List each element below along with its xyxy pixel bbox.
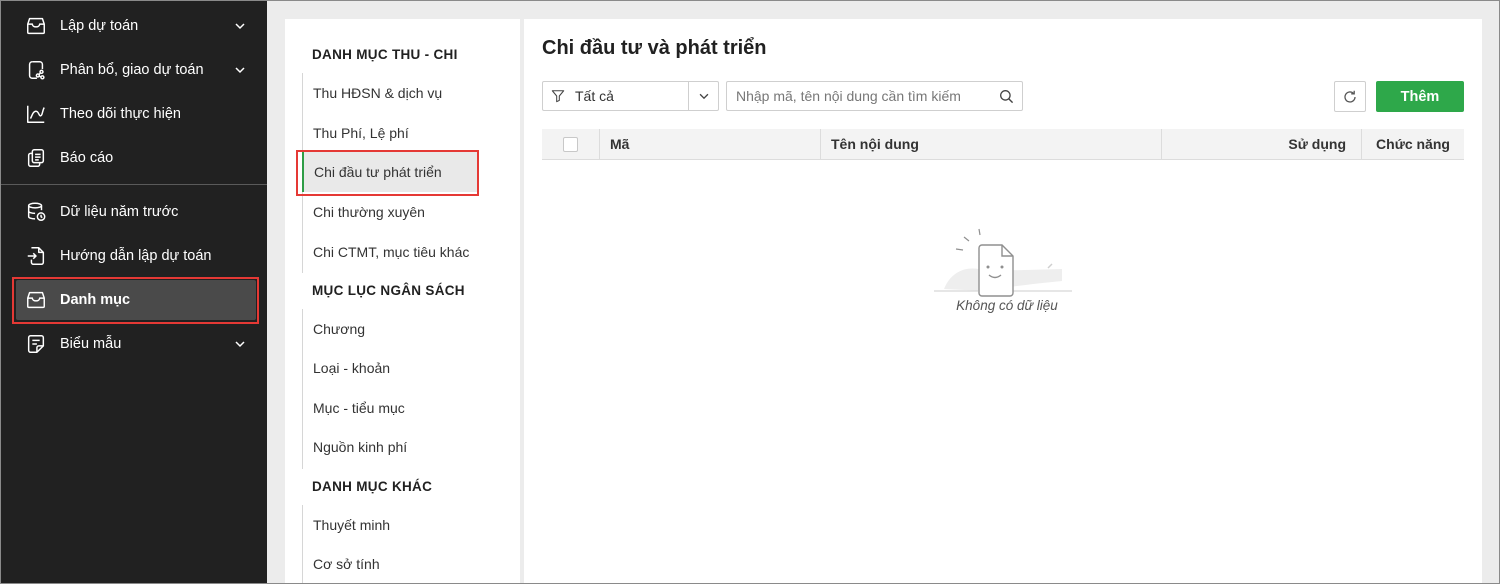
category-item[interactable]: Cơ sở tính — [303, 544, 479, 584]
search-box — [726, 81, 1023, 111]
filter-dropdown-toggle[interactable] — [688, 82, 718, 110]
share-document-icon — [24, 58, 48, 82]
category-item[interactable]: Chương — [303, 309, 479, 349]
category-group-title: DANH MỤC THU - CHI — [312, 47, 458, 62]
add-button[interactable]: Thêm — [1376, 81, 1464, 112]
category-item[interactable]: Chi CTMT, mục tiêu khác — [303, 232, 479, 272]
sidebar-item-du-lieu-nam-truoc[interactable]: Dữ liệu năm trước — [16, 192, 256, 232]
sidebar-item-label: Hướng dẫn lập dự toán — [60, 248, 212, 264]
sidebar-item-label: Lập dự toán — [60, 18, 139, 34]
column-header-name[interactable]: Tên nội dung — [820, 129, 1161, 159]
sidebar-item-danh-muc[interactable]: Danh mục — [16, 280, 256, 320]
select-all-checkbox[interactable] — [563, 136, 578, 152]
inbox-icon — [24, 14, 48, 38]
refresh-icon — [1344, 90, 1356, 103]
search-icon[interactable] — [999, 89, 1014, 104]
sidebar-item-lap-du-toan[interactable]: Lập dự toán — [16, 6, 256, 46]
sidebar-item-label: Phân bổ, giao dự toán — [60, 62, 204, 78]
category-group: Chương Loại - khoản Mục - tiểu mục Nguồn… — [302, 309, 520, 469]
chevron-down-icon[interactable] — [232, 336, 248, 352]
sidebar-item-bao-cao[interactable]: Báo cáo — [16, 138, 256, 178]
column-header-usage[interactable]: Sử dụng — [1161, 129, 1361, 159]
form-template-icon — [24, 332, 48, 356]
chevron-down-icon[interactable] — [232, 18, 248, 34]
sidebar-item-label: Danh mục — [60, 292, 131, 308]
page-title: Chi đầu tư và phát triển — [542, 37, 767, 59]
column-header-code[interactable]: Mã — [599, 129, 820, 159]
report-copy-icon — [24, 146, 48, 170]
category-item[interactable]: Nguồn kinh phí — [303, 427, 479, 467]
sidebar-item-label: Báo cáo — [60, 150, 114, 166]
search-input[interactable] — [727, 82, 995, 110]
filter-value: Tất cả — [575, 88, 614, 104]
filter-select[interactable]: Tất cả — [542, 81, 719, 111]
sidebar-item-huong-dan[interactable]: Hướng dẫn lập dự toán — [16, 236, 256, 276]
select-all-cell — [542, 129, 599, 159]
sidebar-divider — [0, 184, 267, 185]
chevron-down-icon — [699, 93, 708, 100]
category-item[interactable]: Chi thường xuyên — [303, 192, 479, 232]
sidebar: Lập dự toán Phân bổ, giao dự toán Theo d… — [0, 0, 267, 584]
sidebar-item-label: Biểu mẫu — [60, 336, 122, 352]
filter-icon — [551, 90, 565, 103]
category-item[interactable]: Loại - khoản — [303, 348, 479, 388]
category-group-title: DANH MỤC KHÁC — [312, 479, 433, 494]
category-item[interactable]: Mục - tiểu mục — [303, 388, 479, 428]
category-item[interactable]: Thuyết minh — [303, 505, 479, 545]
category-group: Thuyết minh Cơ sở tính — [302, 505, 520, 584]
main-panel: Chi đầu tư và phát triển Tất cả Thêm Mã … — [524, 19, 1482, 584]
refresh-button[interactable] — [1334, 81, 1366, 112]
sidebar-item-label: Theo dõi thực hiện — [60, 106, 181, 122]
empty-state-text: Không có dữ liệu — [956, 298, 1058, 313]
table-header: Mã Tên nội dung Sử dụng Chức năng — [542, 129, 1464, 160]
category-group-title: MỤC LỤC NGÂN SÁCH — [312, 283, 465, 298]
chevron-down-icon[interactable] — [232, 62, 248, 78]
category-panel: DANH MỤC THU - CHI Thu HĐSN & dịch vụ Th… — [285, 19, 520, 584]
sidebar-item-theo-doi[interactable]: Theo dõi thực hiện — [16, 94, 256, 134]
sidebar-item-label: Dữ liệu năm trước — [60, 204, 179, 220]
inbox-icon — [24, 288, 48, 312]
line-chart-icon — [24, 102, 48, 126]
column-header-actions: Chức năng — [1361, 129, 1464, 159]
category-item[interactable]: Thu Phí, Lệ phí — [303, 113, 479, 153]
category-item-active[interactable]: Chi đầu tư phát triển — [302, 152, 478, 192]
sidebar-item-phan-bo[interactable]: Phân bổ, giao dự toán — [16, 50, 256, 90]
database-history-icon — [24, 200, 48, 224]
sidebar-item-bieu-mau[interactable]: Biểu mẫu — [16, 324, 256, 364]
category-group: Thu HĐSN & dịch vụ Thu Phí, Lệ phí Chi đ… — [302, 73, 520, 273]
category-item[interactable]: Thu HĐSN & dịch vụ — [303, 73, 479, 113]
document-import-icon — [24, 244, 48, 268]
